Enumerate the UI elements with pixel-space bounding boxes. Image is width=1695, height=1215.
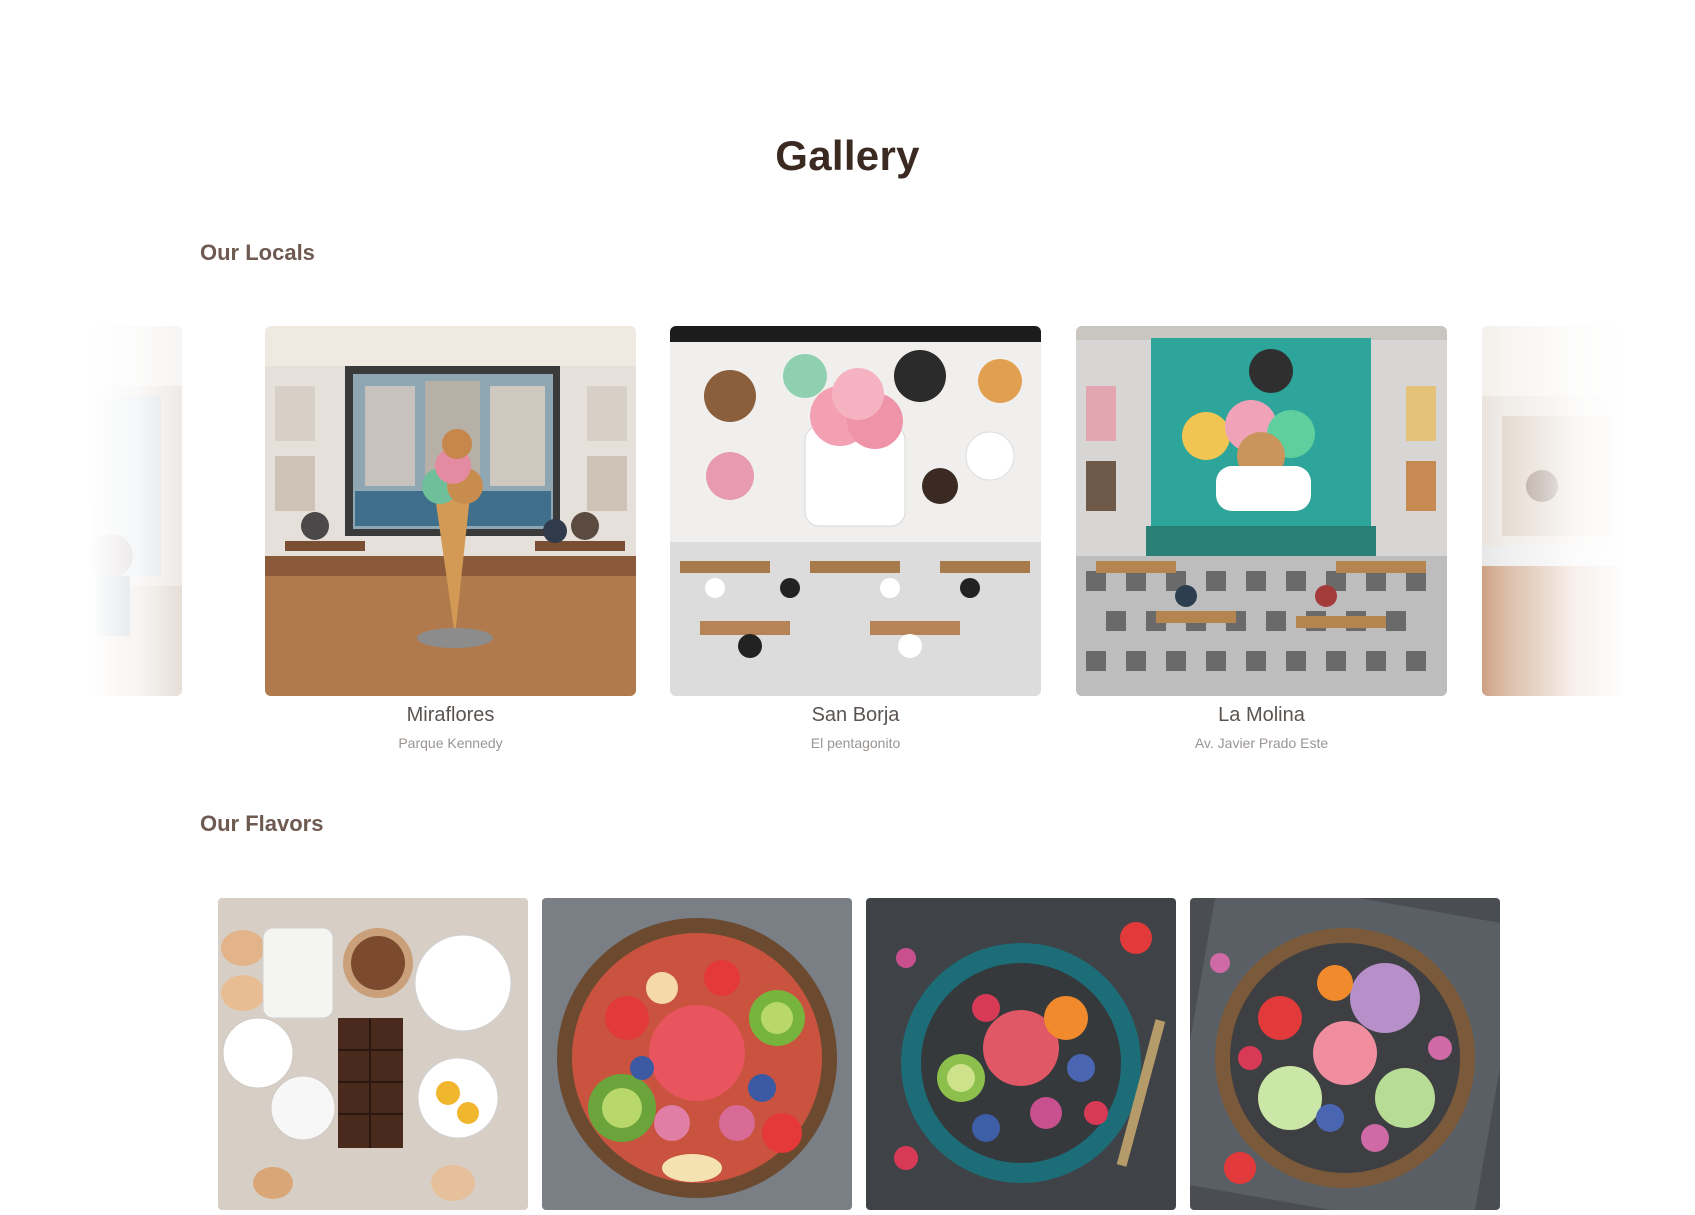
local-card-la-molina[interactable]: La Molina Av. Javier Prado Este (1076, 326, 1447, 751)
local-name: San Borja (811, 704, 900, 726)
local-photo (265, 326, 636, 696)
local-card-miraflores[interactable]: Miraflores Parque Kennedy (265, 326, 636, 751)
locals-carousel[interactable]: Miraflores Parque Kennedy San Borja El p… (88, 326, 1626, 756)
flavor-image-ingredients[interactable] (218, 898, 528, 1210)
local-name: Miraflores (406, 704, 495, 726)
local-card[interactable] (1482, 326, 1626, 704)
flavor-image-gelato-bowl[interactable] (1190, 898, 1500, 1210)
local-card-san-borja[interactable]: San Borja El pentagonito (670, 326, 1041, 751)
page-title: Gallery (775, 132, 920, 179)
local-name: La Molina (1218, 704, 1305, 726)
flavors-heading: Our Flavors (200, 811, 324, 836)
local-photo (88, 326, 182, 696)
local-address: Parque Kennedy (398, 735, 503, 751)
local-card[interactable] (88, 326, 182, 704)
local-photo (670, 326, 1041, 696)
local-photo (1482, 326, 1626, 696)
local-address: El pentagonito (810, 735, 901, 751)
flavor-image-berry-sorbet[interactable] (866, 898, 1176, 1210)
local-address: Av. Javier Prado Este (1194, 735, 1329, 751)
flavor-image-fruit-bowl[interactable] (542, 898, 852, 1210)
locals-heading: Our Locals (200, 240, 315, 265)
flavors-gallery (218, 898, 1500, 1210)
local-photo (1076, 326, 1447, 696)
